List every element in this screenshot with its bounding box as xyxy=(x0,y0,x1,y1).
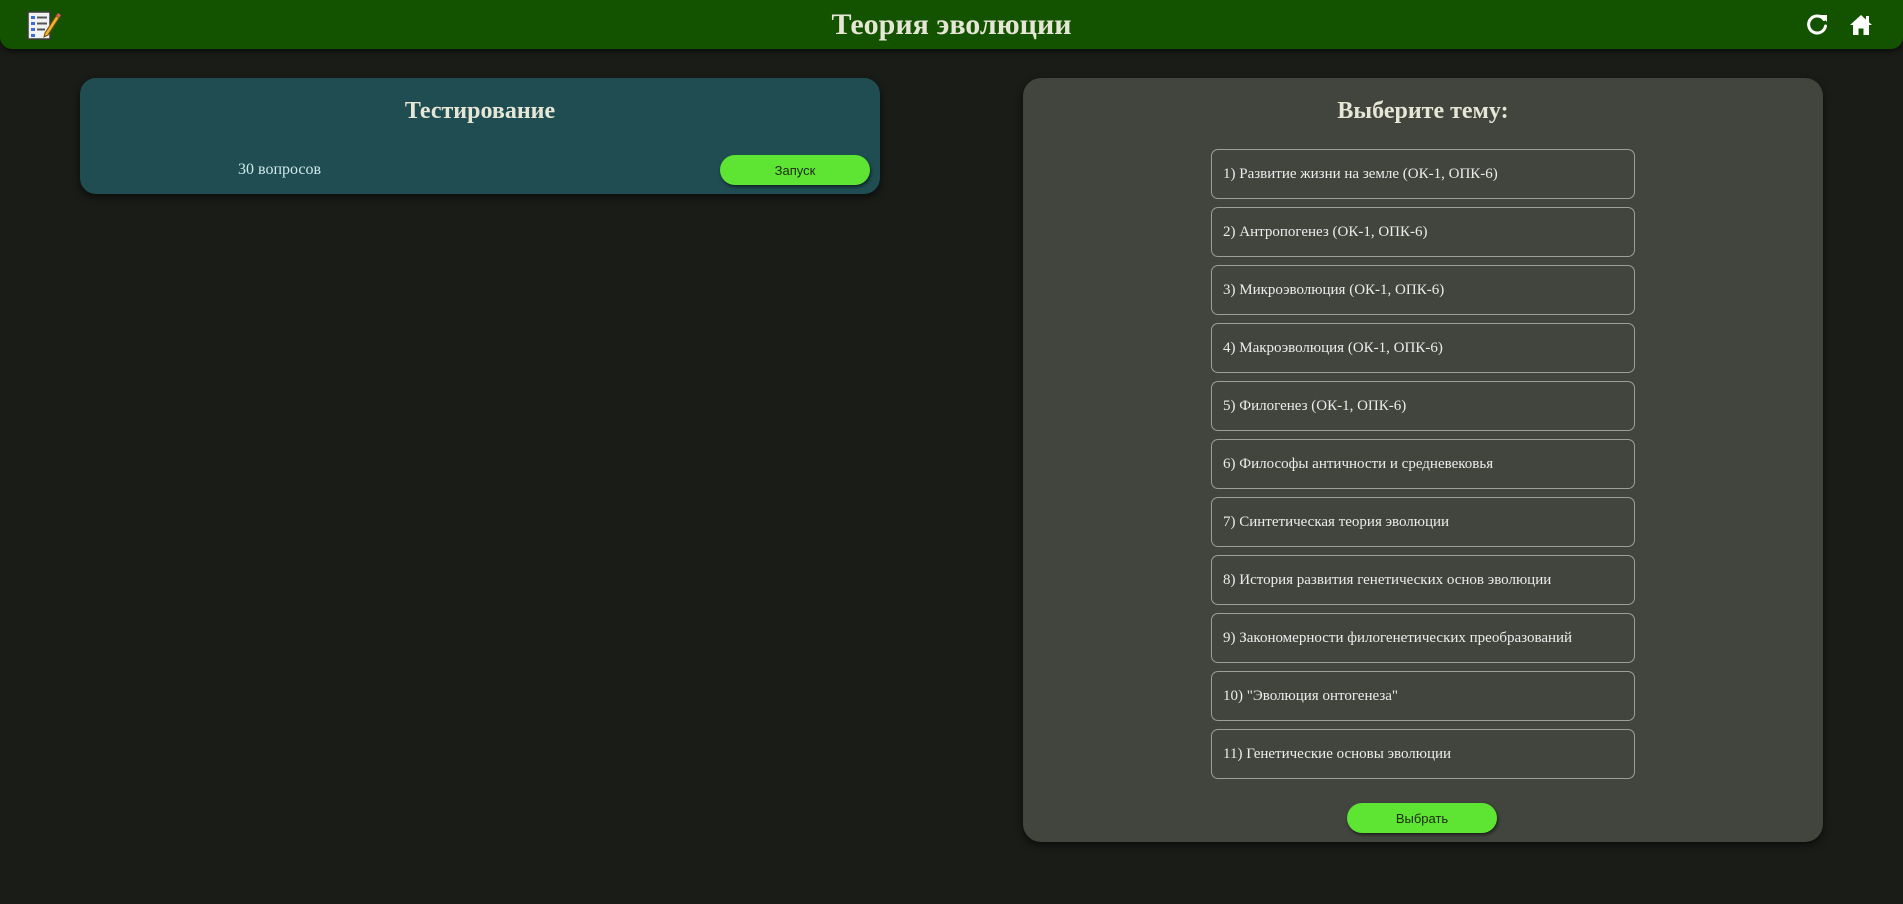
test-card-title: Тестирование xyxy=(404,98,556,124)
reload-icon[interactable] xyxy=(1804,12,1830,38)
topic-item-9[interactable]: 9) Закономерности филогенетических преоб… xyxy=(1211,613,1635,663)
app-header: Теория эволюции xyxy=(0,0,1903,49)
topic-item-8[interactable]: 8) История развития генетических основ э… xyxy=(1211,555,1635,605)
topic-item-3[interactable]: 3) Микроэволюция (ОК-1, ОПК-6) xyxy=(1211,265,1635,315)
topic-item-7[interactable]: 7) Синтетическая теория эволюции xyxy=(1211,497,1635,547)
topic-item-4[interactable]: 4) Макроэволюция (ОК-1, ОПК-6) xyxy=(1211,323,1635,373)
topic-item-11[interactable]: 11) Генетические основы эволюции xyxy=(1211,729,1635,779)
topic-card-title: Выберите тему: xyxy=(1337,98,1509,124)
topic-item-10[interactable]: 10) "Эволюция онтогенеза" xyxy=(1211,671,1635,721)
select-button[interactable]: Выбрать xyxy=(1347,803,1497,833)
topic-list: 1) Развитие жизни на земле (ОК-1, ОПК-6)… xyxy=(1211,149,1635,787)
question-count: 30 вопросов xyxy=(238,161,322,178)
start-button[interactable]: Запуск xyxy=(720,155,870,185)
topic-card: Выберите тему: 1) Развитие жизни на земл… xyxy=(1023,78,1823,842)
test-card: Тестирование 30 вопросов Запуск xyxy=(80,78,880,194)
topic-item-1[interactable]: 1) Развитие жизни на земле (ОК-1, ОПК-6) xyxy=(1211,149,1635,199)
topic-item-2[interactable]: 2) Антропогенез (ОК-1, ОПК-6) xyxy=(1211,207,1635,257)
page-title: Теория эволюции xyxy=(831,8,1072,41)
topic-item-5[interactable]: 5) Филогенез (ОК-1, ОПК-6) xyxy=(1211,381,1635,431)
home-icon[interactable] xyxy=(1848,12,1874,38)
topic-item-6[interactable]: 6) Философы античности и средневековья xyxy=(1211,439,1635,489)
